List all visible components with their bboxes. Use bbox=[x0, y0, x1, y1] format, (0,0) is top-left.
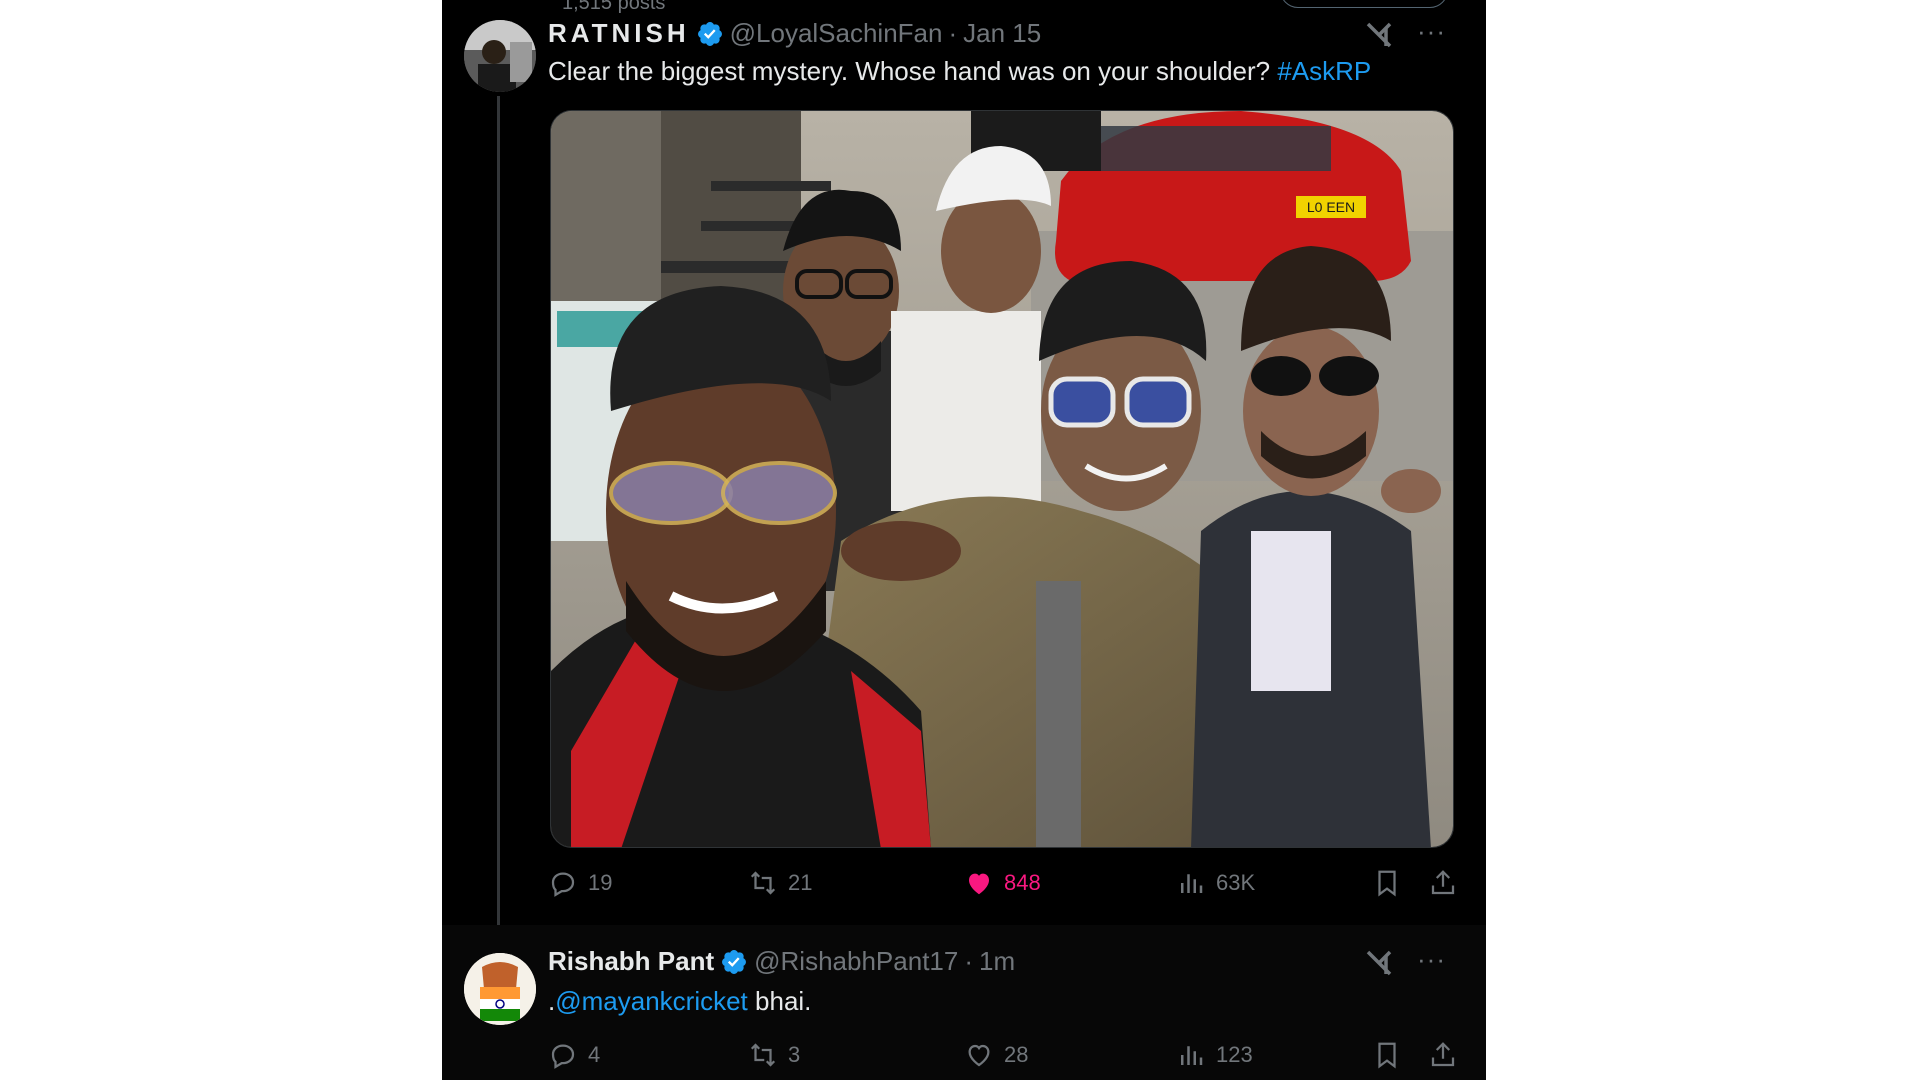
license-plate: L0 EEN bbox=[1307, 199, 1355, 215]
tweet-text: .@mayankcricket bhai. bbox=[548, 986, 811, 1017]
grok-icon[interactable] bbox=[1364, 948, 1394, 978]
user-handle[interactable]: @RishabhPant17 bbox=[754, 946, 958, 977]
display-name[interactable]: RATNISH bbox=[548, 18, 690, 49]
more-options-icon[interactable]: ··· bbox=[1417, 16, 1446, 47]
repost-count: 21 bbox=[788, 870, 813, 895]
hashtag-link[interactable]: #AskRP bbox=[1277, 56, 1371, 86]
like-button[interactable]: 848 bbox=[964, 868, 1041, 898]
separator-dot: · bbox=[964, 946, 974, 976]
tweet-actions: 19 21 848 63K bbox=[548, 868, 1468, 908]
tweet-body: Clear the biggest mystery. Whose hand wa… bbox=[548, 56, 1271, 86]
thread-connector-line bbox=[497, 96, 500, 930]
tweet-ratnish[interactable]: RATNISH @LoyalSachinFan · Jan 15 ··· Cle… bbox=[442, 0, 1486, 930]
tweet-header: Rishabh Pant @RishabhPant17 · 1m bbox=[548, 946, 1015, 977]
tweet-text: Clear the biggest mystery. Whose hand wa… bbox=[548, 56, 1371, 87]
reply-icon bbox=[551, 872, 575, 897]
user-handle[interactable]: @LoyalSachinFan bbox=[730, 18, 943, 49]
bookmark-icon bbox=[1378, 870, 1396, 897]
views-chart-icon bbox=[1181, 1046, 1203, 1065]
repost-count: 3 bbox=[788, 1042, 801, 1067]
share-button[interactable] bbox=[1428, 1040, 1468, 1070]
separator-dot: · bbox=[948, 18, 958, 48]
repost-button[interactable]: 3 bbox=[748, 1040, 800, 1070]
repost-icon bbox=[750, 871, 776, 895]
mention-link[interactable]: @mayankcricket bbox=[555, 986, 748, 1016]
bookmark-icon bbox=[1378, 1042, 1396, 1069]
feed-column: 1,515 posts RATNISH @LoyalSachinFan · Ja… bbox=[442, 0, 1486, 1080]
post-date[interactable]: Jan 15 bbox=[963, 18, 1041, 49]
like-button[interactable]: 28 bbox=[964, 1040, 1028, 1070]
tweet-body-suffix: bhai. bbox=[747, 986, 812, 1016]
heart-outline-icon bbox=[968, 1044, 990, 1067]
views-count: 123 bbox=[1216, 1042, 1253, 1067]
repost-button[interactable]: 21 bbox=[748, 868, 812, 898]
reply-button[interactable]: 19 bbox=[548, 868, 612, 898]
more-options-icon[interactable]: ··· bbox=[1417, 944, 1446, 975]
grok-icon[interactable] bbox=[1364, 20, 1394, 50]
verified-badge-icon bbox=[722, 949, 747, 974]
heart-filled-icon bbox=[969, 873, 989, 895]
reply-count: 4 bbox=[588, 1042, 601, 1067]
views-count: 63K bbox=[1216, 870, 1256, 895]
reply-icon bbox=[551, 1044, 575, 1069]
avatar[interactable] bbox=[464, 953, 536, 1025]
share-icon bbox=[1431, 1042, 1455, 1067]
like-count: 848 bbox=[1004, 870, 1041, 895]
like-count: 28 bbox=[1004, 1042, 1029, 1067]
verified-badge-icon bbox=[697, 21, 722, 46]
avatar[interactable] bbox=[464, 20, 536, 92]
reply-count: 19 bbox=[588, 870, 613, 895]
bookmark-button[interactable] bbox=[1372, 868, 1412, 898]
tweet-photo[interactable]: L0 EEN bbox=[550, 110, 1454, 848]
views-button[interactable]: 63K bbox=[1176, 868, 1255, 898]
views-chart-icon bbox=[1181, 874, 1203, 893]
tweet-header: RATNISH @LoyalSachinFan · Jan 15 bbox=[548, 18, 1041, 49]
views-button[interactable]: 123 bbox=[1176, 1040, 1253, 1070]
reply-button[interactable]: 4 bbox=[548, 1040, 600, 1070]
share-button[interactable] bbox=[1428, 868, 1468, 898]
display-name[interactable]: Rishabh Pant bbox=[548, 946, 714, 977]
post-date[interactable]: 1m bbox=[979, 946, 1015, 977]
share-icon bbox=[1431, 870, 1455, 895]
bookmark-button[interactable] bbox=[1372, 1040, 1412, 1070]
repost-icon bbox=[750, 1043, 776, 1067]
tweet-actions: 4 3 28 123 bbox=[548, 1040, 1468, 1080]
